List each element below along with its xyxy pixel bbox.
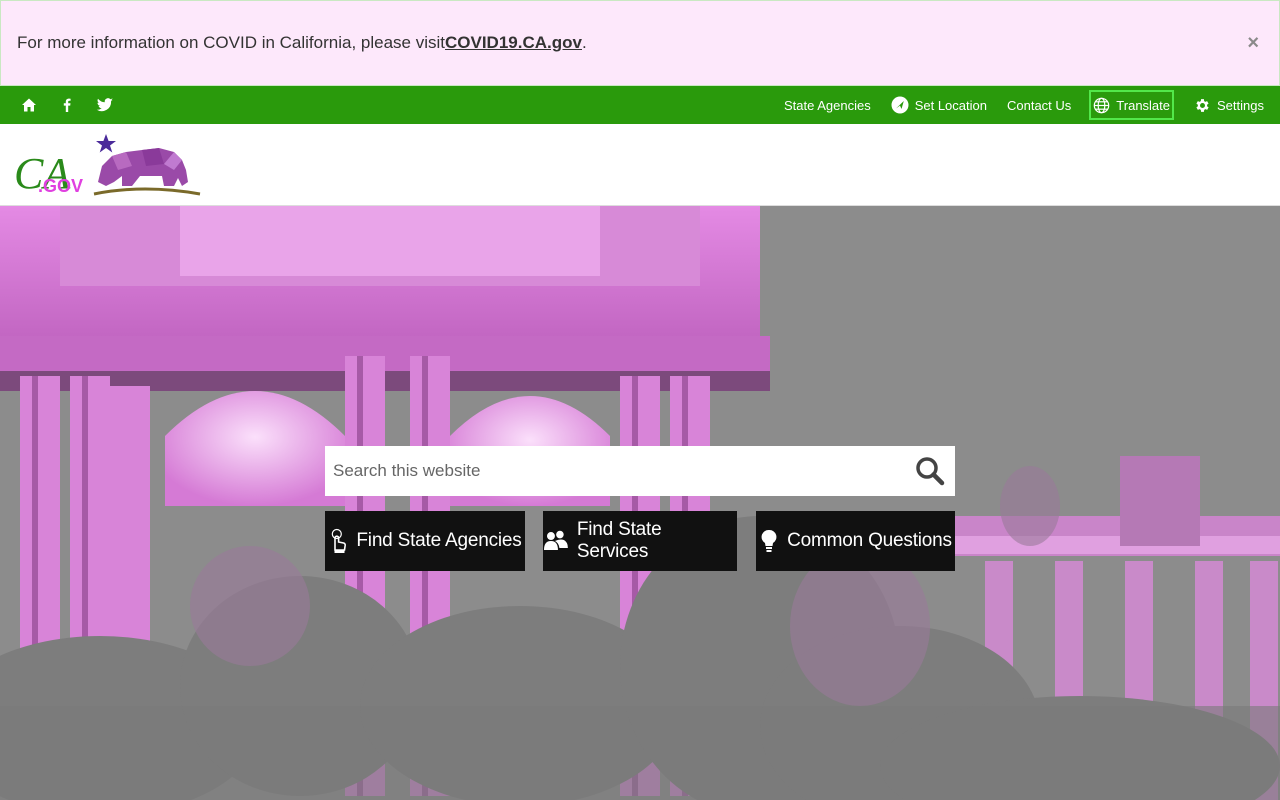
search-icon bbox=[916, 457, 945, 486]
covid-link[interactable]: COVID19.CA.gov bbox=[445, 33, 582, 53]
gear-icon bbox=[1196, 98, 1209, 112]
set-location-link[interactable]: Set Location bbox=[881, 86, 997, 124]
common-questions-label: Common Questions bbox=[787, 530, 952, 551]
globe-icon bbox=[1093, 97, 1110, 113]
hero-background-image bbox=[0, 206, 1280, 800]
ca-gov-logo[interactable]: CA .GOV bbox=[14, 130, 204, 202]
home-icon[interactable] bbox=[10, 86, 48, 124]
contact-us-link[interactable]: Contact Us bbox=[997, 86, 1081, 124]
hero-section: Find State Agencies Find State Services … bbox=[0, 206, 1280, 800]
state-agencies-label: State Agencies bbox=[783, 97, 871, 113]
set-location-label: Set Location bbox=[914, 97, 987, 113]
state-agencies-link[interactable]: State Agencies bbox=[774, 86, 881, 124]
svg-text:.GOV: .GOV bbox=[38, 176, 83, 196]
facebook-icon[interactable] bbox=[48, 86, 86, 124]
pointer-hand-icon bbox=[332, 528, 347, 553]
close-icon[interactable]: × bbox=[1247, 33, 1259, 53]
contact-us-label: Contact Us bbox=[1006, 97, 1072, 113]
twitter-icon[interactable] bbox=[86, 86, 124, 124]
settings-button[interactable]: Settings bbox=[1184, 86, 1280, 124]
lightbulb-icon bbox=[761, 529, 777, 552]
find-state-services-button[interactable]: Find State Services bbox=[543, 511, 737, 571]
search-input[interactable] bbox=[333, 446, 905, 496]
search-button[interactable] bbox=[905, 446, 955, 496]
site-header: CA .GOV bbox=[0, 124, 1280, 206]
location-icon bbox=[891, 96, 909, 114]
alert-text: For more information on COVID in Califor… bbox=[17, 33, 445, 52]
translate-button[interactable]: Translate bbox=[1089, 90, 1175, 120]
people-icon bbox=[543, 530, 568, 550]
find-state-agencies-label: Find State Agencies bbox=[356, 530, 522, 551]
find-state-services-label: Find State Services bbox=[576, 519, 662, 562]
quick-links: Find State Agencies Find State Services … bbox=[325, 511, 955, 571]
find-state-agencies-button[interactable]: Find State Agencies bbox=[325, 511, 525, 571]
utility-bar: State Agencies Set Location Contact Us T… bbox=[0, 86, 1280, 124]
settings-label: Settings bbox=[1217, 97, 1264, 113]
social-links bbox=[10, 86, 124, 124]
alert-banner: For more information on COVID in Califor… bbox=[0, 0, 1280, 86]
common-questions-button[interactable]: Common Questions bbox=[756, 511, 955, 571]
alert-suffix: . bbox=[581, 33, 587, 52]
search-bar bbox=[325, 446, 955, 496]
translate-label: Translate bbox=[1116, 97, 1171, 113]
utility-nav: State Agencies Set Location Contact Us T… bbox=[774, 86, 1280, 124]
